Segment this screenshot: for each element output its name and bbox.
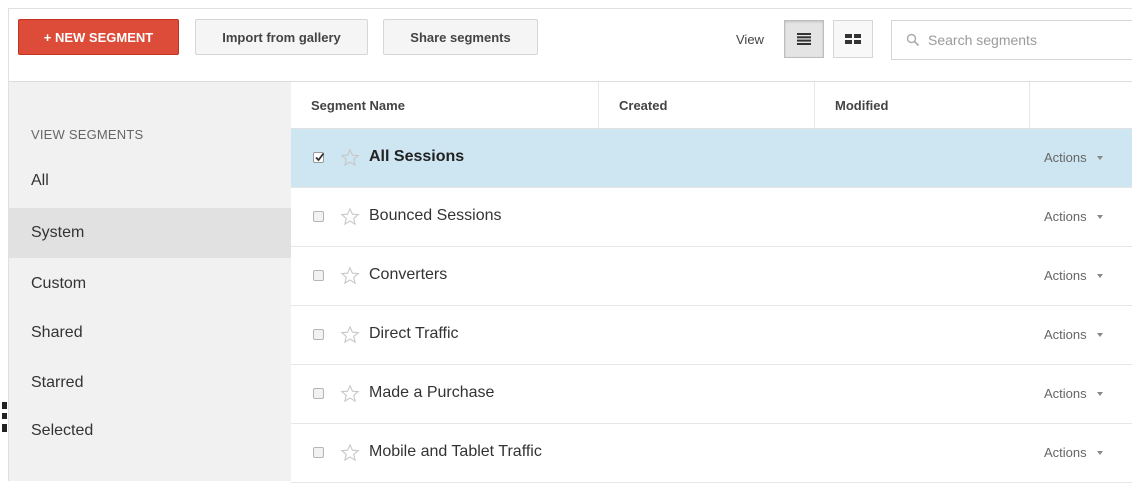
segment-name[interactable]: All Sessions xyxy=(369,148,464,166)
actions-dropdown[interactable]: Actions xyxy=(1044,150,1103,165)
actions-label: Actions xyxy=(1044,327,1087,342)
caret-down-icon xyxy=(1096,273,1103,278)
table-header: Segment Name Created Modified xyxy=(291,82,1132,129)
background-page-fragment xyxy=(0,398,8,458)
column-header-modified[interactable]: Modified xyxy=(815,82,1030,128)
sidebar-item-label: Custom xyxy=(31,275,87,292)
sidebar-heading: VIEW SEGMENTS xyxy=(31,127,144,142)
column-header-created[interactable]: Created xyxy=(599,82,815,128)
caret-down-icon xyxy=(1096,332,1103,337)
row-checkbox[interactable] xyxy=(313,270,324,281)
actions-dropdown[interactable]: Actions xyxy=(1044,386,1103,401)
row-checkbox[interactable] xyxy=(313,447,324,458)
column-header-segment-name[interactable]: Segment Name xyxy=(291,82,599,128)
sidebar-item-label: System xyxy=(31,224,85,241)
caret-down-icon xyxy=(1096,214,1103,219)
table-row[interactable]: Direct Traffic Actions xyxy=(291,306,1132,365)
row-checkbox[interactable] xyxy=(313,211,324,222)
segments-table: Segment Name Created Modified All Sessio… xyxy=(291,82,1132,483)
sidebar-item-shared[interactable]: Shared xyxy=(9,308,291,358)
grid-view-icon xyxy=(845,34,861,44)
star-icon[interactable] xyxy=(340,443,360,463)
row-checkbox[interactable] xyxy=(313,329,324,340)
segments-panel: + NEW SEGMENT Import from gallery Share … xyxy=(8,8,1132,483)
table-row[interactable]: Made a Purchase Actions xyxy=(291,365,1132,424)
search-icon xyxy=(906,33,920,47)
sidebar-item-custom[interactable]: Custom xyxy=(9,259,291,309)
checkmark-icon xyxy=(315,152,325,162)
sidebar-item-system[interactable]: System xyxy=(9,208,291,258)
sidebar-item-label: All xyxy=(31,172,49,189)
caret-down-icon xyxy=(1096,450,1103,455)
actions-dropdown[interactable]: Actions xyxy=(1044,209,1103,224)
import-from-gallery-button[interactable]: Import from gallery xyxy=(195,19,368,55)
sidebar-item-label: Shared xyxy=(31,324,83,341)
row-checkbox[interactable] xyxy=(313,152,325,163)
segment-name[interactable]: Direct Traffic xyxy=(369,325,459,343)
search-box[interactable] xyxy=(891,20,1132,60)
star-icon[interactable] xyxy=(340,207,360,227)
table-row[interactable]: All Sessions Actions xyxy=(291,129,1132,188)
segment-name[interactable]: Made a Purchase xyxy=(369,384,494,402)
segment-name[interactable]: Converters xyxy=(369,266,447,284)
star-icon[interactable] xyxy=(340,384,360,404)
list-view-icon xyxy=(797,33,811,45)
sidebar-item-label: Starred xyxy=(31,374,84,391)
star-icon[interactable] xyxy=(340,148,360,168)
table-row[interactable]: Mobile and Tablet Traffic Actions xyxy=(291,424,1132,483)
sidebar-item-selected[interactable]: Selected xyxy=(9,406,291,456)
table-row[interactable]: Bounced Sessions Actions xyxy=(291,188,1132,247)
actions-label: Actions xyxy=(1044,445,1087,460)
actions-label: Actions xyxy=(1044,268,1087,283)
actions-label: Actions xyxy=(1044,386,1087,401)
caret-down-icon xyxy=(1096,155,1103,160)
segment-name[interactable]: Mobile and Tablet Traffic xyxy=(369,443,542,461)
column-header-actions xyxy=(1030,82,1132,128)
search-input[interactable] xyxy=(928,30,1118,50)
sidebar-item-all[interactable]: All xyxy=(9,156,291,206)
actions-dropdown[interactable]: Actions xyxy=(1044,268,1103,283)
segment-name[interactable]: Bounced Sessions xyxy=(369,207,502,225)
table-row[interactable]: Converters Actions xyxy=(291,247,1132,306)
view-label: View xyxy=(736,32,764,47)
sidebar-item-starred[interactable]: Starred xyxy=(9,358,291,408)
sidebar: VIEW SEGMENTS All System Custom Shared S… xyxy=(9,82,291,481)
grid-view-button[interactable] xyxy=(833,20,873,58)
star-icon[interactable] xyxy=(340,266,360,286)
actions-label: Actions xyxy=(1044,209,1087,224)
row-checkbox[interactable] xyxy=(313,388,324,399)
actions-dropdown[interactable]: Actions xyxy=(1044,327,1103,342)
actions-dropdown[interactable]: Actions xyxy=(1044,445,1103,460)
caret-down-icon xyxy=(1096,391,1103,396)
list-view-button[interactable] xyxy=(784,20,824,58)
toolbar: + NEW SEGMENT Import from gallery Share … xyxy=(9,9,1132,82)
new-segment-button[interactable]: + NEW SEGMENT xyxy=(18,19,179,55)
actions-label: Actions xyxy=(1044,150,1087,165)
star-icon[interactable] xyxy=(340,325,360,345)
share-segments-button[interactable]: Share segments xyxy=(383,19,538,55)
sidebar-item-label: Selected xyxy=(31,422,94,439)
